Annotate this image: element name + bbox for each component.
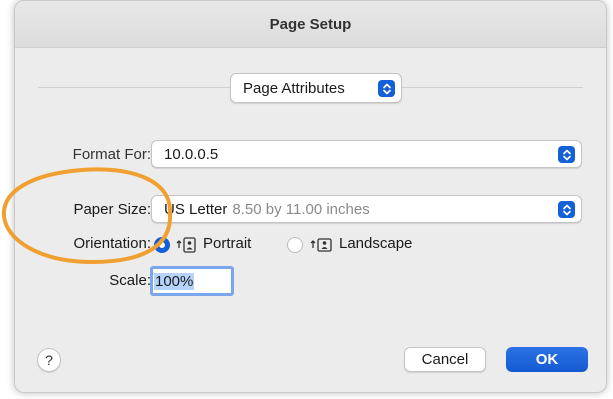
ok-button[interactable]: OK: [506, 347, 588, 372]
title-bar: Page Setup: [15, 1, 606, 48]
up-down-chevron-icon: [558, 146, 575, 163]
paper-size-label: Paper Size:: [73, 201, 151, 218]
scale-label: Scale:: [109, 272, 151, 289]
paper-size-detail: 8.50 by 11.00 inches: [232, 200, 370, 218]
orientation-label: Orientation:: [73, 235, 151, 252]
page-setup-dialog: Page Setup Page Attributes Format For: 1…: [14, 0, 607, 393]
portrait-label[interactable]: Portrait: [203, 235, 251, 252]
scale-input[interactable]: 100%: [150, 266, 234, 296]
landscape-radio[interactable]: [287, 237, 303, 253]
up-down-chevron-icon: [378, 80, 395, 97]
paper-size-popup[interactable]: US Letter 8.50 by 11.00 inches: [151, 195, 582, 223]
page-attributes-popup[interactable]: Page Attributes: [230, 73, 402, 103]
portrait-radio[interactable]: [154, 237, 170, 253]
format-for-label: Format For:: [72, 146, 151, 163]
cancel-button[interactable]: Cancel: [404, 347, 486, 372]
help-button[interactable]: ?: [37, 348, 61, 372]
portrait-orientation-icon[interactable]: [175, 236, 199, 254]
format-for-value: 10.0.0.5: [164, 145, 219, 163]
landscape-orientation-icon[interactable]: [309, 236, 333, 254]
landscape-label[interactable]: Landscape: [339, 235, 412, 252]
page-attributes-label: Page Attributes: [243, 79, 345, 97]
scale-value: 100%: [154, 272, 195, 290]
up-down-chevron-icon: [558, 201, 575, 218]
dialog-title: Page Setup: [269, 15, 352, 33]
paper-size-value: US Letter: [164, 200, 228, 218]
format-for-popup[interactable]: 10.0.0.5: [151, 140, 582, 168]
